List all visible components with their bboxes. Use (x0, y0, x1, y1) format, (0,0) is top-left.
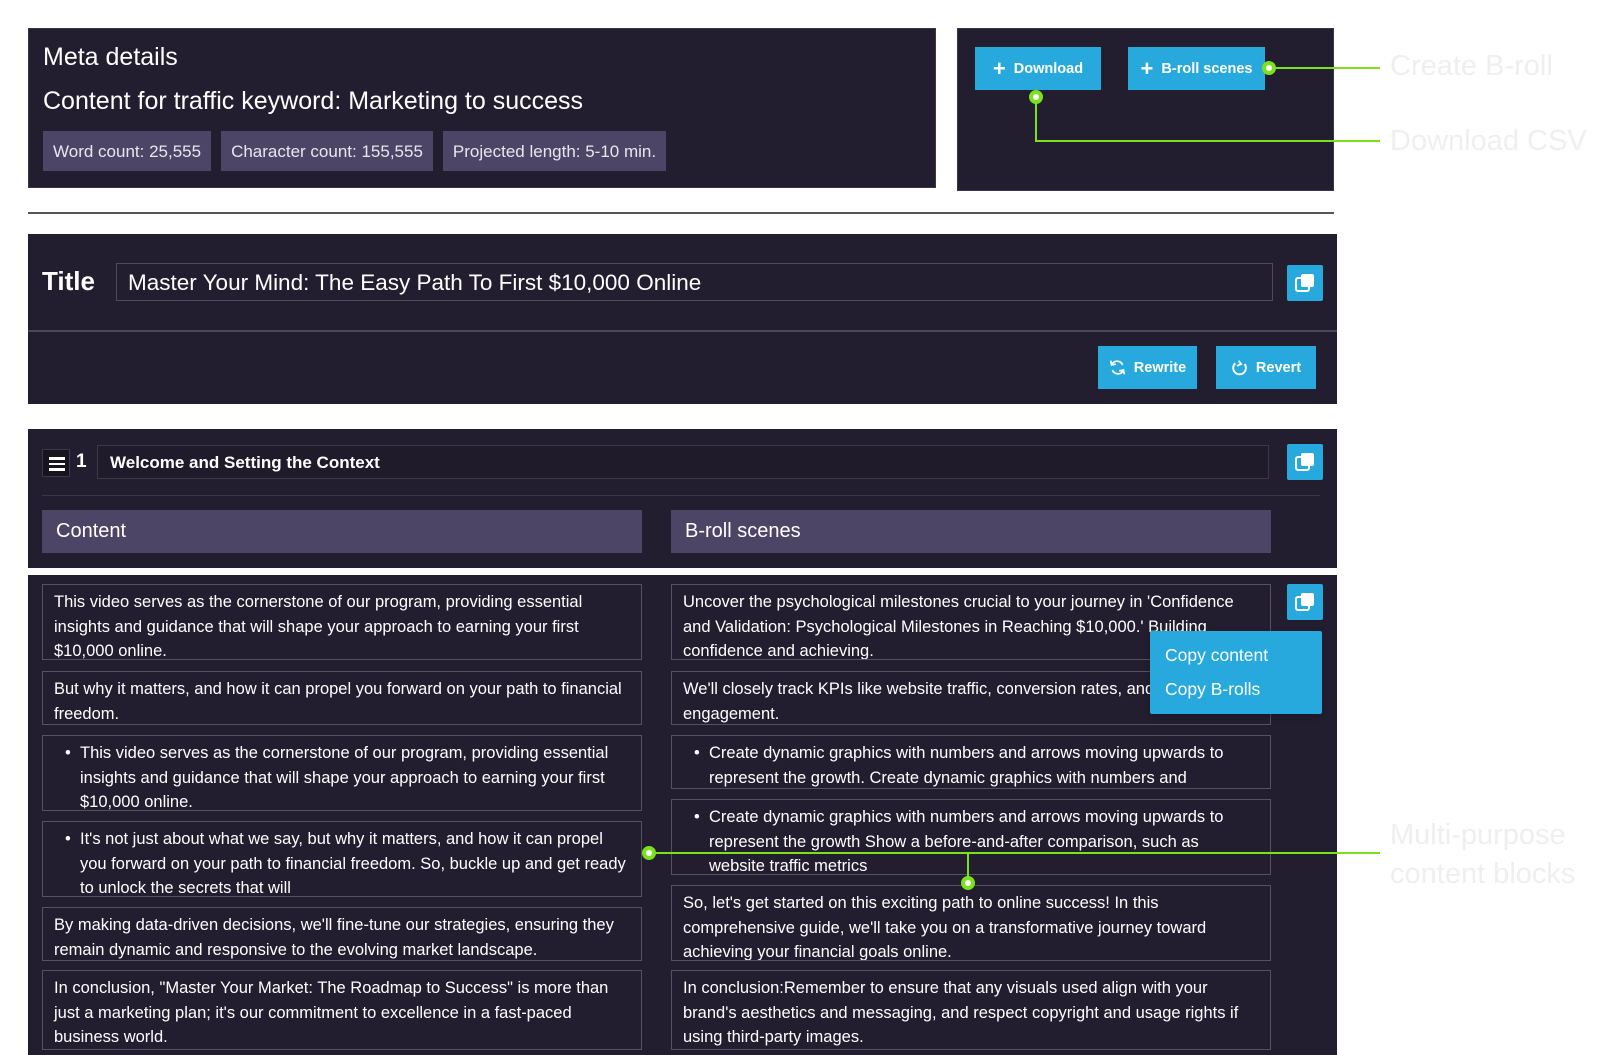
broll-block[interactable]: Create dynamic graphics with numbers and… (671, 799, 1271, 875)
broll-block[interactable]: In conclusion:Remember to ensure that an… (671, 970, 1271, 1050)
broll-scenes-button[interactable]: + B-roll scenes (1128, 47, 1265, 90)
plus-icon: + (1140, 55, 1154, 81)
content-block[interactable]: It's not just about what we say, but why… (42, 821, 642, 897)
copy-icon (1295, 453, 1314, 471)
meta-details-panel: Meta details Content for traffic keyword… (28, 28, 936, 188)
copy-title-button[interactable] (1287, 265, 1323, 301)
title-input[interactable]: Master Your Mind: The Easy Path To First… (116, 263, 1273, 301)
title-separator (28, 330, 1337, 332)
content-block[interactable]: In conclusion, "Master Your Market: The … (42, 970, 642, 1050)
drag-handle-icon[interactable] (42, 449, 70, 477)
rewrite-button[interactable]: Rewrite (1098, 346, 1197, 389)
multi-purpose-callout-line1: Multi-purpose (1390, 819, 1566, 851)
word-count-badge: Word count: 25,555 (43, 131, 212, 171)
section-number: 1 (76, 451, 87, 472)
content-rows-panel: This video serves as the cornerstone of … (28, 575, 1337, 1055)
download-label: Download (1013, 60, 1084, 77)
copy-icon (1295, 274, 1314, 292)
broll-column-header: B-roll scenes (671, 510, 1271, 553)
download-csv-callout: Download CSV (1390, 125, 1587, 157)
keyword-line: Content for traffic keyword: Marketing t… (43, 87, 584, 115)
callout-dot (1029, 90, 1043, 104)
content-block[interactable]: But why it matters, and how it can prope… (42, 671, 642, 725)
copy-row-button[interactable] (1287, 584, 1323, 620)
callout-line (648, 852, 1380, 854)
rewrite-label: Rewrite (1133, 359, 1187, 376)
revert-label: Revert (1255, 359, 1302, 376)
callout-line (1268, 67, 1380, 69)
revert-icon (1232, 360, 1247, 376)
copy-section-button[interactable] (1287, 444, 1323, 480)
copy-brolls-item[interactable]: Copy B-rolls (1165, 679, 1260, 700)
section-separator (42, 495, 1320, 496)
copy-content-item[interactable]: Copy content (1165, 645, 1268, 666)
refresh-icon (1109, 360, 1125, 375)
character-count-badge: Character count: 155,555 (221, 131, 433, 171)
plus-icon: + (992, 55, 1006, 81)
meta-heading: Meta details (43, 43, 178, 71)
multi-purpose-callout-line2: content blocks (1390, 858, 1576, 890)
meta-badges: Word count: 25,555 Character count: 155,… (43, 131, 667, 171)
download-button[interactable]: + Download (975, 47, 1101, 90)
content-block[interactable]: This video serves as the cornerstone of … (42, 735, 642, 811)
revert-button[interactable]: Revert (1216, 346, 1316, 389)
content-block[interactable]: This video serves as the cornerstone of … (42, 584, 642, 660)
title-label: Title (42, 266, 95, 296)
actions-panel: + Download + B-roll scenes (957, 28, 1334, 191)
broll-block[interactable]: Create dynamic graphics with numbers and… (671, 735, 1271, 789)
copy-menu: Copy content Copy B-rolls (1150, 631, 1322, 714)
broll-block[interactable]: So, let's get started on this exciting p… (671, 885, 1271, 961)
copy-icon (1295, 593, 1314, 611)
broll-scenes-label: B-roll scenes (1161, 60, 1253, 77)
callout-line (1035, 140, 1380, 142)
create-broll-callout: Create B-roll (1390, 50, 1553, 82)
callout-dot (1262, 61, 1276, 75)
section-heading-input[interactable]: Welcome and Setting the Context (97, 445, 1269, 479)
projected-length-badge: Projected length: 5-10 min. (442, 131, 667, 171)
content-block[interactable]: By making data-driven decisions, we'll f… (42, 907, 642, 961)
callout-dot (961, 876, 975, 890)
title-panel: Title Master Your Mind: The Easy Path To… (28, 234, 1337, 404)
callout-dot (642, 846, 656, 860)
horizontal-divider (28, 212, 1334, 214)
content-column-header: Content (42, 510, 642, 553)
section-panel: 1 Welcome and Setting the Context Conten… (28, 429, 1337, 568)
